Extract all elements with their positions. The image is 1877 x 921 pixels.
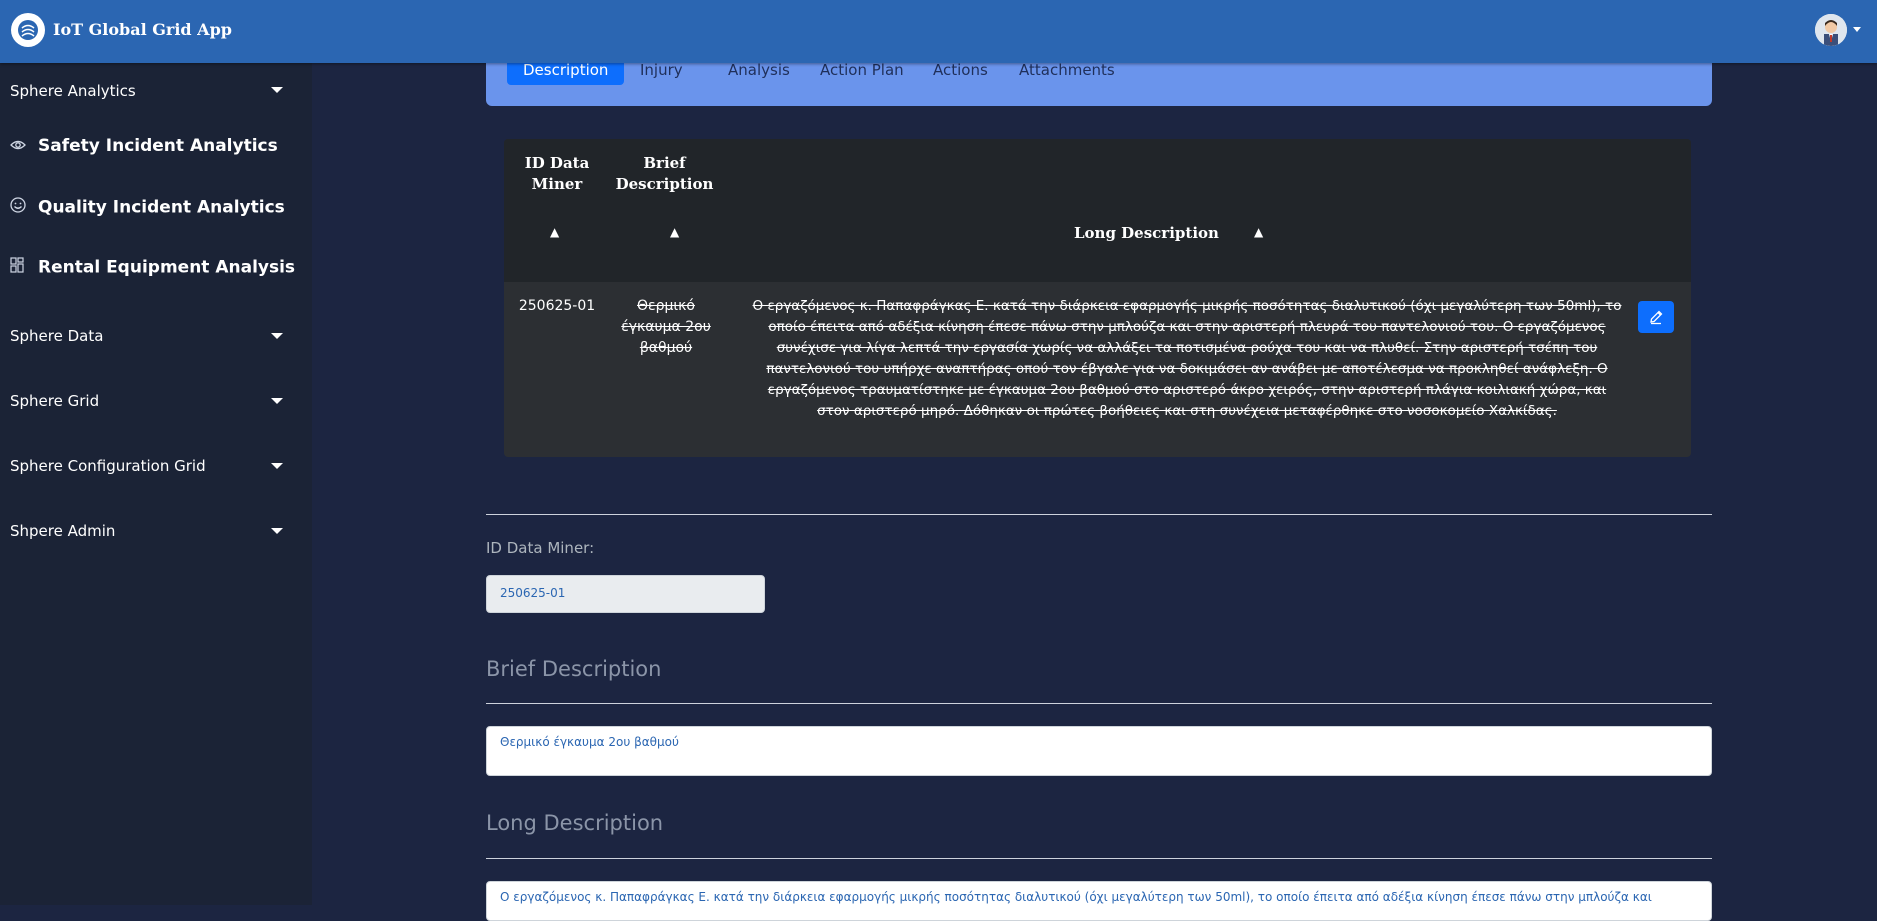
top-navbar: IoT Global Grid App — [0, 0, 1877, 63]
divider — [486, 858, 1712, 859]
cell-long-description: Ο εργαζόμενος κ. Παπαφράγκας Ε. κατά την… — [752, 298, 1622, 419]
eye-icon — [10, 136, 28, 156]
column-header-brief[interactable]: Brief Description — [612, 153, 717, 195]
cell-id: 250625-01 — [518, 298, 596, 314]
tab-bar: Description Injury Analysis Action Plan … — [486, 55, 1712, 106]
long-description-textarea[interactable]: Ο εργαζόμενος κ. Παπαφράγκας Ε. κατά την… — [486, 881, 1712, 921]
sidebar-item-label: Safety Incident Analytics — [38, 136, 278, 156]
sort-asc-icon[interactable]: ▲ — [550, 225, 559, 239]
id-data-miner-field[interactable]: 250625-01 — [486, 575, 765, 613]
chevron-down-icon[interactable] — [271, 463, 283, 469]
main-content: Description Injury Analysis Action Plan … — [312, 55, 1877, 921]
smile-icon — [10, 197, 28, 218]
chevron-down-icon[interactable] — [271, 87, 283, 93]
long-description-title: Long Description — [486, 811, 664, 835]
brief-description-textarea[interactable]: Θερμικό έγκαυμα 2ου βαθμού — [486, 726, 1712, 776]
column-header-long[interactable]: Long Description — [1074, 223, 1274, 244]
chevron-down-icon[interactable] — [271, 398, 283, 404]
chevron-down-icon[interactable] — [271, 528, 283, 534]
id-data-miner-label: ID Data Miner: — [486, 539, 595, 557]
edit-button[interactable] — [1638, 301, 1674, 333]
brief-description-title: Brief Description — [486, 657, 662, 681]
sidebar-group-sphere-grid[interactable]: Sphere Grid — [10, 392, 99, 410]
sidebar-group-shpere-admin[interactable]: Shpere Admin — [10, 522, 115, 540]
sidebar-item-label: Rental Equipment Analysis — [38, 257, 296, 278]
sidebar-group-sphere-analytics[interactable]: Sphere Analytics — [10, 82, 136, 100]
pencil-icon — [1650, 310, 1663, 325]
user-avatar[interactable] — [1815, 14, 1847, 46]
divider — [486, 703, 1712, 704]
sidebar-item-quality-incident-analytics[interactable]: Quality Incident Analytics — [10, 197, 285, 218]
sort-asc-icon[interactable]: ▲ — [670, 225, 679, 239]
sidebar: Sphere Analytics Safety Incident Analyti… — [0, 63, 312, 905]
sidebar-group-sphere-configuration-grid[interactable]: Sphere Configuration Grid — [10, 457, 206, 475]
column-header-id[interactable]: ID Data Miner — [514, 153, 600, 195]
sidebar-group-sphere-data[interactable]: Sphere Data — [10, 327, 103, 345]
incident-table: ID Data Miner ▲ Brief Description ▲ Long… — [504, 139, 1691, 457]
sidebar-item-label: Quality Incident Analytics — [38, 197, 285, 218]
sidebar-item-rental-equipment-analysis[interactable]: Rental Equipment Analysis — [10, 257, 295, 278]
app-title[interactable]: IoT Global Grid App — [53, 20, 232, 39]
cell-brief: Θερμικό έγκαυμα 2ου βαθμού — [621, 298, 711, 356]
chevron-down-icon[interactable] — [271, 333, 283, 339]
sort-asc-icon[interactable]: ▲ — [1254, 225, 1263, 239]
logo-icon[interactable] — [11, 13, 45, 47]
table-header: ID Data Miner ▲ Brief Description ▲ Long… — [504, 139, 1691, 282]
grid-icon — [10, 257, 28, 278]
divider — [486, 514, 1712, 515]
sidebar-item-safety-incident-analytics[interactable]: Safety Incident Analytics — [10, 136, 278, 156]
chevron-down-icon[interactable] — [1853, 27, 1861, 32]
